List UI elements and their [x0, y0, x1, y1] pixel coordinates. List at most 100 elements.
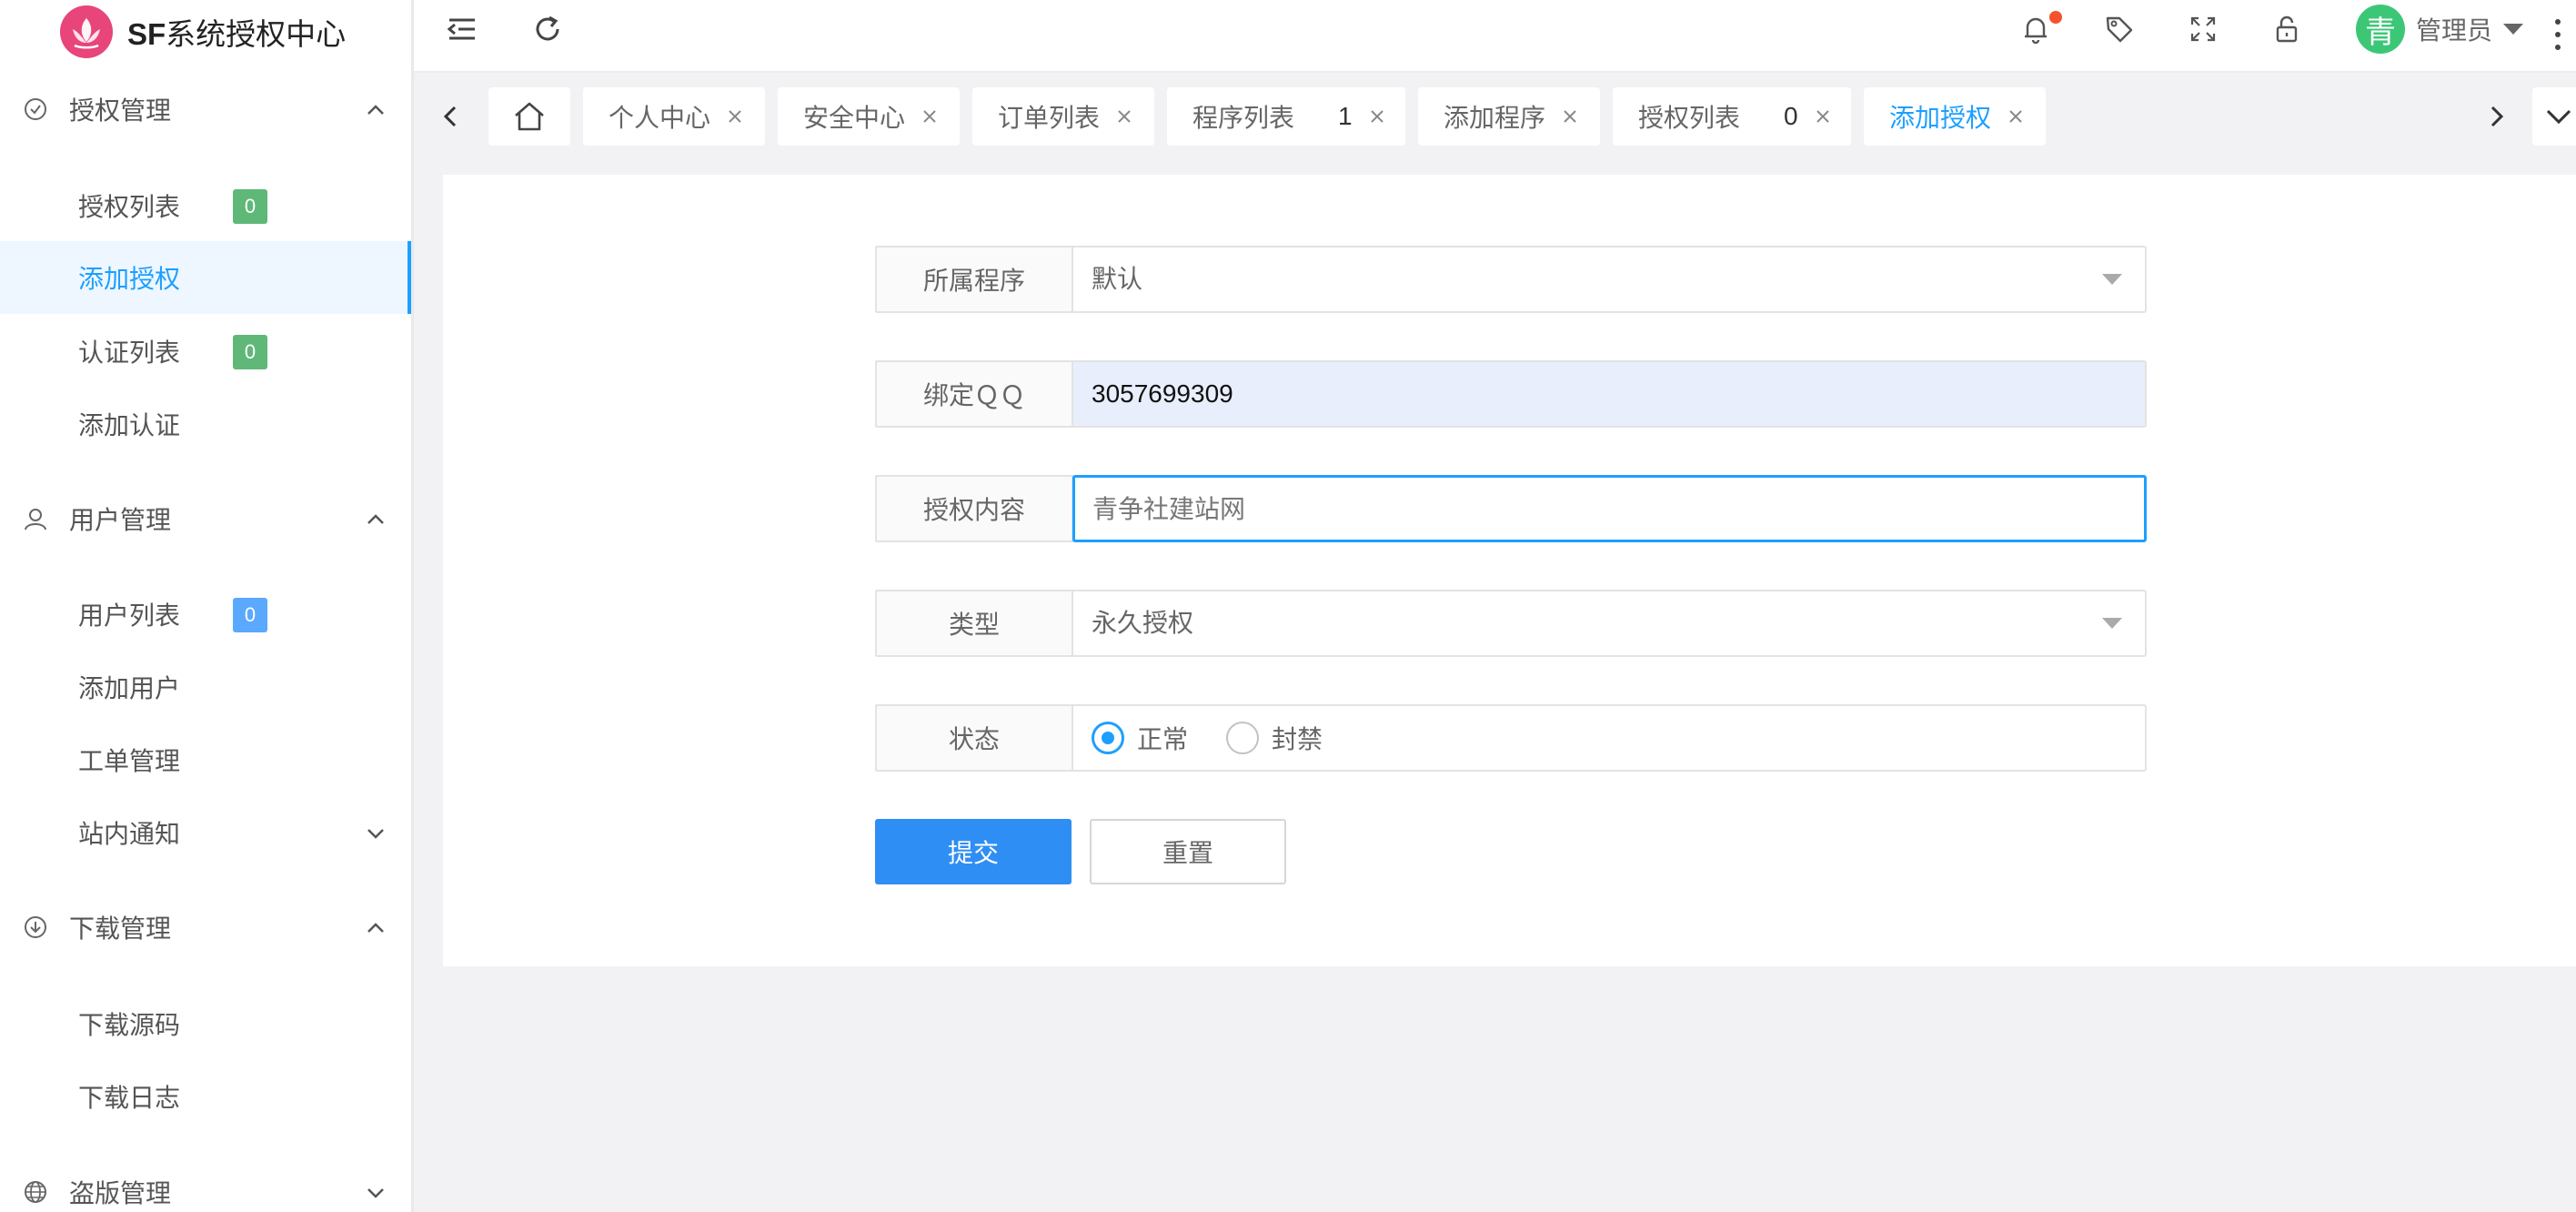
tab-label: 安全中心	[803, 104, 906, 132]
chevron-up-icon	[367, 105, 384, 115]
brand[interactable]: SF系统授权中心	[60, 5, 346, 58]
form-row-status: 状态 正常 封禁	[875, 704, 2147, 772]
type-select-value: 永久授权	[1092, 609, 1194, 637]
caret-down-icon	[2102, 274, 2122, 285]
content-input[interactable]: 青争社建站网	[1072, 475, 2147, 542]
type-label: 类型	[875, 590, 1073, 657]
tab-label: 个人中心	[609, 104, 711, 132]
nav-group-label: 下载管理	[69, 914, 172, 943]
sidebar-item-label: 站内通知	[78, 820, 181, 848]
user-menu[interactable]: 青 管理员	[2356, 4, 2525, 55]
bell-icon[interactable]	[2019, 13, 2052, 45]
top-header	[414, 0, 2576, 73]
tab-dropdown[interactable]	[2532, 87, 2576, 146]
caret-down-icon	[2102, 618, 2122, 629]
sidebar-item-label: 添加用户	[78, 674, 181, 702]
lock-icon[interactable]	[2270, 13, 2303, 45]
program-select[interactable]: 默认	[1073, 246, 2147, 313]
home-icon	[515, 102, 544, 131]
tab-label: 程序列表	[1192, 104, 1295, 132]
sidebar-item-add-cert[interactable]: 添加认证	[0, 388, 411, 460]
tab-add-program[interactable]: 添加程序	[1418, 87, 1600, 146]
tab-personal-center[interactable]: 个人中心	[583, 87, 765, 146]
count-badge: 0	[233, 189, 267, 224]
tab-auth-list[interactable]: 授权列表 0	[1613, 87, 1851, 146]
sidebar-item-download-source[interactable]: 下载源码	[0, 987, 411, 1060]
chevron-left-icon	[443, 106, 457, 127]
status-label: 状态	[875, 704, 1073, 772]
count-badge: 0	[233, 335, 267, 369]
nav-group-users[interactable]: 用户管理	[0, 482, 411, 555]
sidebar-item-add-user[interactable]: 添加用户	[0, 651, 411, 723]
sidebar-item-user-list[interactable]: 用户列表 0	[0, 578, 411, 651]
tab-scroll-right[interactable]	[2469, 89, 2523, 146]
more-vertical-icon[interactable]	[2552, 16, 2563, 53]
reset-button[interactable]: 重置	[1090, 819, 1286, 884]
tab-home[interactable]	[488, 87, 570, 146]
fullscreen-icon[interactable]	[2187, 13, 2219, 45]
sidebar-item-cert-list[interactable]: 认证列表 0	[0, 315, 411, 388]
qq-input[interactable]: 3057699309	[1073, 360, 2147, 428]
refresh-icon[interactable]	[531, 13, 564, 45]
sidebar-item-label: 添加授权	[78, 265, 181, 293]
globe-icon	[25, 1181, 46, 1203]
chevron-up-icon	[367, 514, 384, 524]
close-icon[interactable]	[921, 108, 938, 125]
sidebar-item-label: 认证列表	[78, 338, 181, 367]
sidebar-item-notices[interactable]: 站内通知	[0, 796, 411, 869]
download-circle-icon	[25, 916, 46, 938]
status-radio-group: 正常 封禁	[1073, 704, 2147, 772]
count-badge: 0	[233, 598, 267, 632]
nav-group-auth[interactable]: 授权管理	[0, 73, 411, 146]
notification-dot	[2049, 11, 2062, 24]
status-radio-banned[interactable]: 封禁	[1226, 706, 1323, 770]
sidebar-item-download-log[interactable]: 下载日志	[0, 1060, 411, 1133]
chevron-down-icon	[367, 829, 384, 839]
nav-group-piracy[interactable]: 盗版管理	[0, 1156, 411, 1212]
tab-label: 添加授权	[1889, 104, 1992, 132]
caret-down-icon	[2503, 24, 2524, 35]
close-icon[interactable]	[1815, 108, 1831, 125]
tab-scroll-left[interactable]	[424, 89, 478, 146]
qq-input-value: 3057699309	[1092, 379, 1233, 408]
form-row-program: 所属程序 默认	[875, 246, 2147, 313]
sidebar-item-add-auth[interactable]: 添加授权	[0, 241, 411, 314]
submit-button[interactable]: 提交	[875, 819, 1072, 884]
close-icon[interactable]	[1369, 108, 1385, 125]
radio-label: 封禁	[1272, 725, 1323, 753]
sidebar-item-label: 用户列表	[78, 601, 181, 630]
status-radio-normal[interactable]: 正常	[1092, 706, 1188, 770]
app-title: SF系统授权中心	[127, 17, 347, 51]
content-input-placeholder: 青争社建站网	[1092, 495, 1246, 523]
close-icon[interactable]	[1116, 108, 1132, 125]
check-circle-icon	[25, 98, 46, 120]
tab-program-list[interactable]: 程序列表 1	[1167, 87, 1405, 146]
sidebar-item-label: 下载源码	[78, 1011, 181, 1039]
tag-icon[interactable]	[2103, 13, 2136, 45]
radio-label: 正常	[1137, 725, 1189, 753]
chevron-up-icon	[367, 923, 384, 933]
nav-group-downloads[interactable]: 下载管理	[0, 891, 411, 964]
tab-label: 授权列表	[1638, 104, 1741, 132]
close-icon[interactable]	[2007, 108, 2024, 125]
tab-security-center[interactable]: 安全中心	[778, 87, 960, 146]
sidebar-item-tickets[interactable]: 工单管理	[0, 723, 411, 796]
chevron-right-icon	[2490, 106, 2504, 127]
close-icon[interactable]	[1562, 108, 1578, 125]
tab-badge: 1	[1338, 102, 1353, 130]
tab-order-list[interactable]: 订单列表	[972, 87, 1154, 146]
radio-checked-icon	[1092, 722, 1124, 754]
tab-add-auth[interactable]: 添加授权	[1864, 87, 2046, 146]
radio-unchecked-icon	[1226, 722, 1259, 754]
user-icon	[25, 509, 46, 530]
sidebar-item-auth-list[interactable]: 授权列表 0	[0, 169, 411, 242]
close-icon[interactable]	[727, 108, 743, 125]
menu-fold-icon[interactable]	[446, 13, 478, 45]
nav-group-label: 授权管理	[69, 96, 172, 125]
lotus-logo-icon	[60, 5, 113, 58]
qq-label: 绑定ＱＱ	[875, 360, 1073, 428]
username: 管理员	[2416, 16, 2493, 45]
form-row-content: 授权内容 青争社建站网	[875, 475, 2147, 542]
chevron-down-icon	[367, 1188, 384, 1198]
type-select[interactable]: 永久授权	[1073, 590, 2147, 657]
